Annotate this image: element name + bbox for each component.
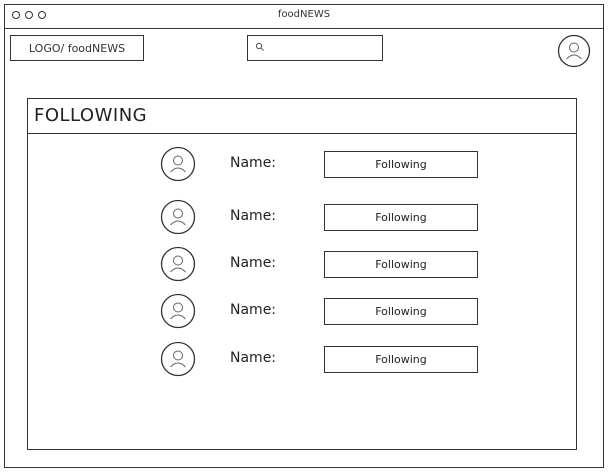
search-input[interactable] — [247, 35, 383, 61]
list-item: Name: Following — [28, 246, 576, 282]
panel-title: FOLLOWING — [34, 105, 148, 126]
title-bar: foodNEWS — [5, 5, 603, 29]
user-name-label: Name: — [230, 255, 277, 271]
following-button[interactable]: Following — [324, 151, 478, 178]
logo[interactable]: LOGO/ foodNEWS — [10, 35, 144, 61]
user-name-label: Name: — [230, 155, 277, 171]
user-avatar-icon — [160, 246, 196, 282]
profile-avatar-icon[interactable] — [557, 34, 591, 68]
list-item: Name: Following — [28, 293, 576, 329]
list-item: Name: Following — [28, 146, 576, 182]
following-button[interactable]: Following — [324, 204, 478, 231]
list-item: Name: Following — [28, 341, 576, 377]
list-item: Name: Following — [28, 199, 576, 235]
user-avatar-icon — [160, 293, 196, 329]
following-panel: FOLLOWING Name: Following Name: Followin… — [27, 98, 577, 450]
user-avatar-icon — [160, 199, 196, 235]
user-name-label: Name: — [230, 350, 277, 366]
following-button[interactable]: Following — [324, 298, 478, 325]
following-button[interactable]: Following — [324, 346, 478, 373]
title-divider — [28, 133, 576, 134]
window-title: foodNEWS — [277, 9, 331, 20]
search-icon — [255, 42, 265, 52]
user-avatar-icon — [160, 341, 196, 377]
browser-window: foodNEWS LOGO/ foodNEWS FOLLOWING Name: … — [4, 4, 604, 468]
user-avatar-icon — [160, 146, 196, 182]
user-name-label: Name: — [230, 208, 277, 224]
following-button[interactable]: Following — [324, 251, 478, 278]
user-name-label: Name: — [230, 302, 277, 318]
